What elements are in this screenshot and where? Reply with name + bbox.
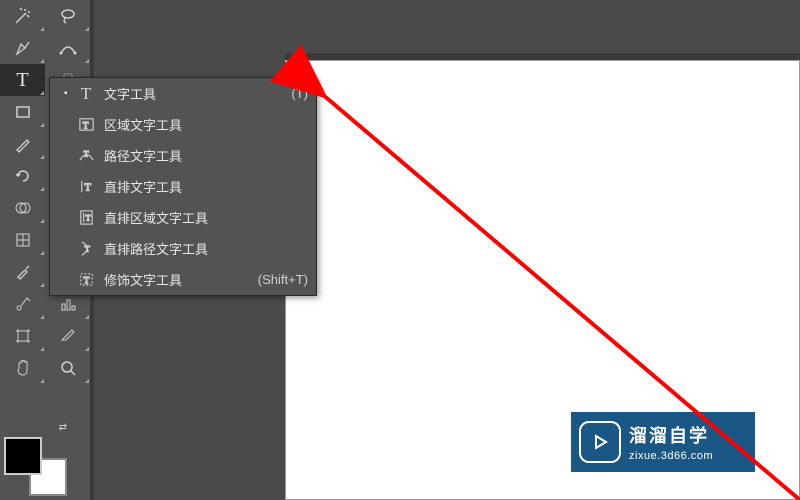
vertical-path-type-icon: T bbox=[74, 240, 98, 257]
tool-curvature-pen[interactable] bbox=[45, 32, 90, 64]
selected-dot: ▪ bbox=[64, 88, 74, 99]
foreground-color[interactable] bbox=[4, 437, 42, 475]
tool-rotate[interactable] bbox=[0, 160, 45, 192]
tool-rectangle[interactable] bbox=[0, 96, 45, 128]
area-type-icon: T bbox=[74, 116, 98, 133]
type-icon: T bbox=[74, 84, 98, 104]
watermark-url: zixue.3d66.com bbox=[629, 450, 713, 462]
tool-magic-wand[interactable] bbox=[0, 0, 45, 32]
tool-pen[interactable] bbox=[0, 32, 45, 64]
svg-text:T: T bbox=[84, 243, 90, 253]
type-tool-flyout: ▪ T 文字工具 (T) T 区域文字工具 T 路径文字工具 T 直排文字工具 … bbox=[49, 77, 317, 296]
svg-text:T: T bbox=[82, 121, 88, 131]
flyout-label: 直排文字工具 bbox=[104, 177, 308, 196]
flyout-label: 文字工具 bbox=[104, 84, 283, 103]
tool-brush[interactable] bbox=[0, 128, 45, 160]
tool-mesh[interactable] bbox=[0, 224, 45, 256]
flyout-label: 路径文字工具 bbox=[104, 146, 308, 165]
svg-text:T: T bbox=[83, 276, 89, 286]
tool-slice[interactable] bbox=[45, 320, 90, 352]
flyout-shortcut: (Shift+T) bbox=[258, 272, 308, 287]
flyout-shortcut: (T) bbox=[291, 86, 308, 101]
tool-hand[interactable] bbox=[0, 352, 45, 384]
flyout-vertical-path-type-tool[interactable]: T 直排路径文字工具 bbox=[50, 233, 316, 264]
flyout-touch-type-tool[interactable]: T 修饰文字工具 (Shift+T) bbox=[50, 264, 316, 295]
flyout-vertical-area-type-tool[interactable]: T 直排区域文字工具 bbox=[50, 202, 316, 233]
color-swatch-area: ⇄ bbox=[4, 437, 59, 492]
touch-type-icon: T bbox=[74, 271, 98, 288]
vertical-type-icon: T bbox=[74, 178, 98, 195]
flyout-path-type-tool[interactable]: T 路径文字工具 bbox=[50, 140, 316, 171]
tool-type[interactable]: T bbox=[0, 64, 45, 96]
flyout-label: 直排区域文字工具 bbox=[104, 208, 308, 227]
flyout-area-type-tool[interactable]: T 区域文字工具 bbox=[50, 109, 316, 140]
canvas-top-border bbox=[285, 53, 800, 60]
svg-text:T: T bbox=[85, 212, 91, 222]
tool-zoom[interactable] bbox=[45, 352, 90, 384]
flyout-label: 区域文字工具 bbox=[104, 115, 308, 134]
svg-text:T: T bbox=[84, 182, 91, 193]
swap-colors-icon[interactable]: ⇄ bbox=[59, 422, 67, 433]
watermark-logo-icon bbox=[579, 421, 621, 463]
path-type-icon: T bbox=[74, 147, 98, 164]
flyout-vertical-type-tool[interactable]: T 直排文字工具 bbox=[50, 171, 316, 202]
tool-lasso[interactable] bbox=[45, 0, 90, 32]
tool-artboard[interactable] bbox=[0, 320, 45, 352]
watermark: 溜溜自学 zixue.3d66.com bbox=[571, 412, 755, 472]
flyout-type-tool[interactable]: ▪ T 文字工具 (T) bbox=[50, 78, 316, 109]
watermark-title: 溜溜自学 bbox=[629, 422, 713, 448]
vertical-area-type-icon: T bbox=[74, 209, 98, 226]
flyout-label: 修饰文字工具 bbox=[104, 270, 250, 289]
flyout-label: 直排路径文字工具 bbox=[104, 239, 308, 258]
svg-text:T: T bbox=[83, 148, 89, 158]
tool-eyedropper[interactable] bbox=[0, 256, 45, 288]
tool-symbol-sprayer[interactable] bbox=[0, 288, 45, 320]
tool-shape-builder[interactable] bbox=[0, 192, 45, 224]
